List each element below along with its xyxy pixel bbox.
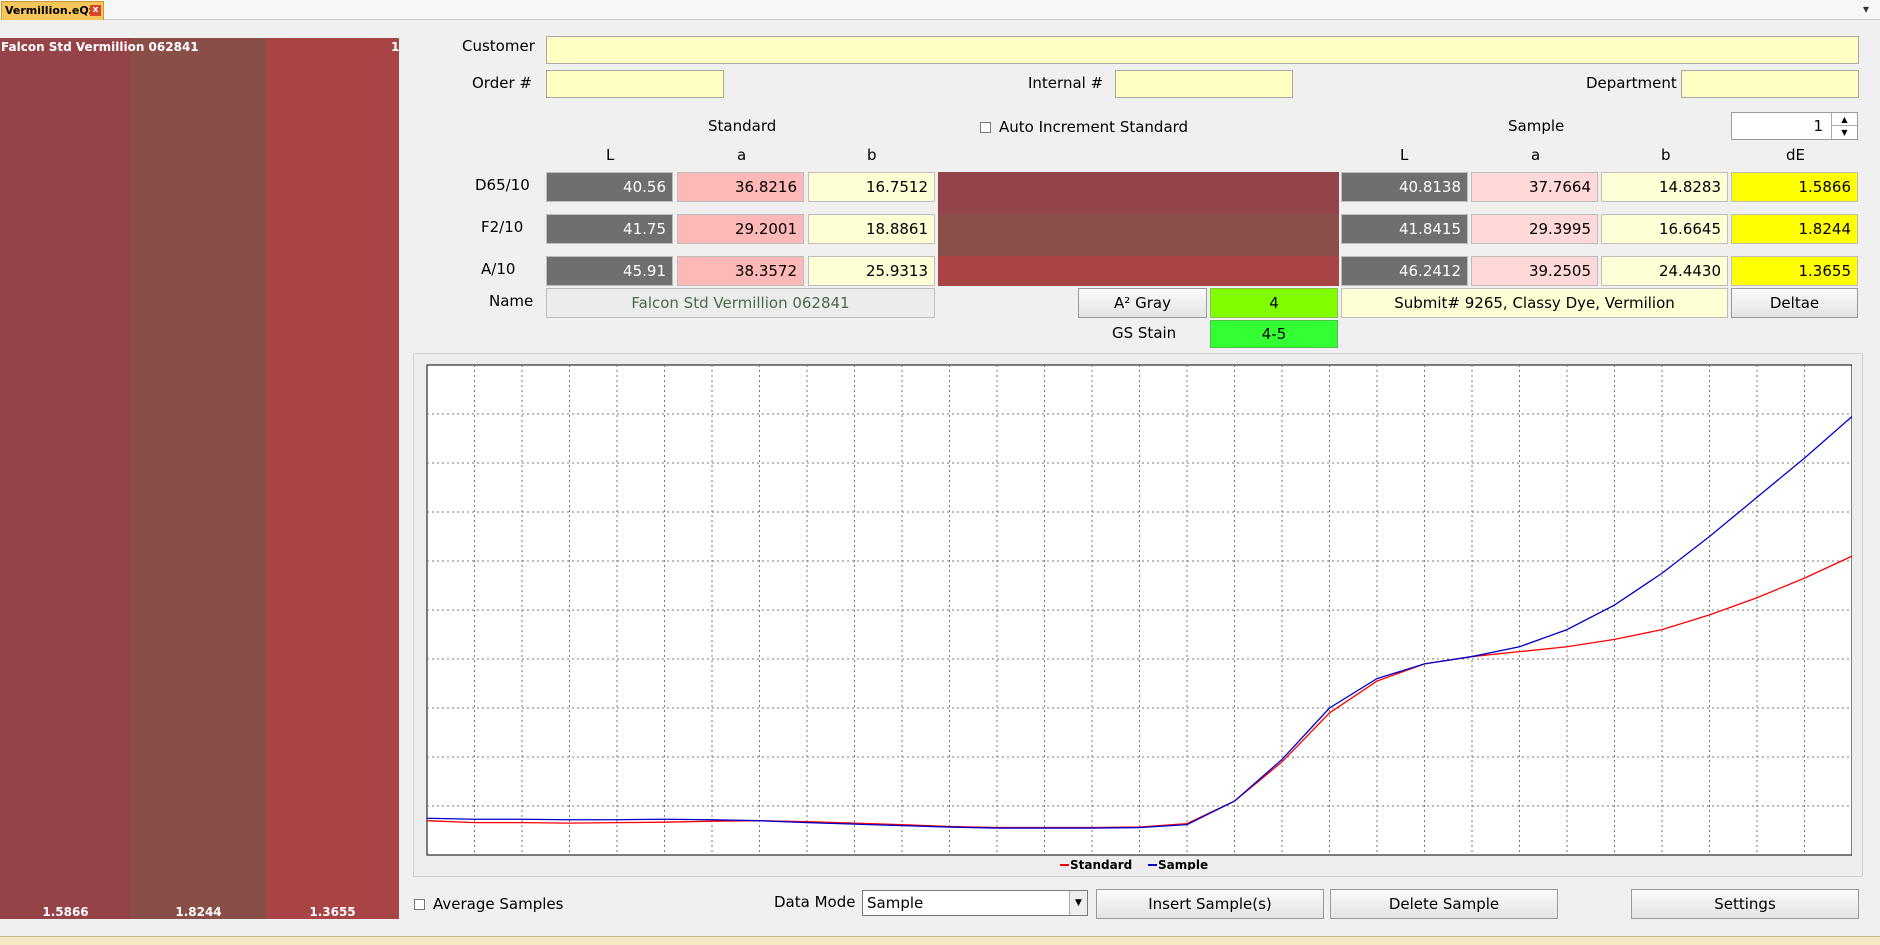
spinner-down-icon[interactable]: ▼ xyxy=(1831,126,1857,139)
order-input[interactable] xyxy=(546,70,724,98)
illuminant-f2-label: F2/10 xyxy=(481,218,524,236)
spectral-curve-chart: Standard Sample xyxy=(426,364,1852,870)
swatch-sample-3[interactable]: 1.3655 xyxy=(266,38,399,919)
standard-f2-b[interactable]: 18.8861 xyxy=(808,214,935,244)
average-samples-checkbox[interactable] xyxy=(414,899,425,910)
sample-name-field[interactable]: Submit# 9265, Classy Dye, Vermilion xyxy=(1341,288,1728,318)
sample-a-de[interactable]: 1.3655 xyxy=(1731,256,1858,286)
sample-index-spinner[interactable]: 1 ▲ ▼ xyxy=(1731,112,1858,140)
data-mode-value: Sample xyxy=(867,894,924,912)
sample-f2-de[interactable]: 1.8244 xyxy=(1731,214,1858,244)
sample-d65-de[interactable]: 1.5866 xyxy=(1731,172,1858,202)
standard-d65-a[interactable]: 36.8216 xyxy=(677,172,804,202)
name-label: Name xyxy=(489,292,534,310)
deltae-button[interactable]: Deltae xyxy=(1731,288,1858,318)
data-mode-select[interactable]: Sample ▼ xyxy=(862,890,1088,916)
order-label: Order # xyxy=(472,74,532,92)
department-input[interactable] xyxy=(1681,70,1859,98)
standard-f2-a[interactable]: 29.2001 xyxy=(677,214,804,244)
sample-a-a[interactable]: 39.2505 xyxy=(1471,256,1598,286)
chevron-down-icon[interactable]: ▼ xyxy=(1069,891,1087,915)
data-mode-label: Data Mode xyxy=(774,893,856,911)
sample-col-l: L xyxy=(1400,146,1409,164)
standard-heading: Standard xyxy=(708,117,777,135)
department-label: Department xyxy=(1586,74,1677,92)
standard-a-a[interactable]: 38.3572 xyxy=(677,256,804,286)
sample-a-b[interactable]: 24.4430 xyxy=(1601,256,1728,286)
swatch-panel: 1.5866 1.8244 1.3655 xyxy=(0,38,399,919)
compare-swatch-d65 xyxy=(938,172,1339,214)
chart-legend: Standard Sample xyxy=(1060,858,1208,870)
sample-d65-a[interactable]: 37.7664 xyxy=(1471,172,1598,202)
sample-d65-b[interactable]: 14.8283 xyxy=(1601,172,1728,202)
internal-label: Internal # xyxy=(1028,74,1104,92)
illuminant-a-label: A/10 xyxy=(481,260,516,278)
legend-label-standard: Standard xyxy=(1070,858,1132,870)
legend-label-sample: Sample xyxy=(1158,858,1208,870)
customer-input[interactable] xyxy=(546,36,1859,64)
auto-increment-label: Auto Increment Standard xyxy=(999,118,1189,136)
spinner-value: 1 xyxy=(1813,117,1823,135)
swatch-de-value: 1.8244 xyxy=(175,905,222,919)
settings-button[interactable]: Settings xyxy=(1631,889,1859,919)
average-samples-label: Average Samples xyxy=(433,895,564,913)
illuminant-d65-label: D65/10 xyxy=(475,176,530,194)
tab-bar: Vermillion.eQz x ▾ xyxy=(0,0,1880,20)
gs-stain-value: 4-5 xyxy=(1210,320,1338,348)
swatch-de-value: 1.5866 xyxy=(42,905,89,919)
standard-col-b: b xyxy=(867,146,877,164)
standard-name-field[interactable]: Falcon Std Vermillion 062841 xyxy=(546,288,935,318)
insert-samples-button[interactable]: Insert Sample(s) xyxy=(1096,889,1324,919)
chevron-down-icon[interactable]: ▾ xyxy=(1863,2,1869,16)
sample-f2-l[interactable]: 41.8415 xyxy=(1341,214,1468,244)
document-tab[interactable]: Vermillion.eQz x xyxy=(1,1,104,20)
compare-swatch-a xyxy=(938,256,1339,286)
a2-gray-value: 4 xyxy=(1210,288,1338,318)
sample-col-a: a xyxy=(1531,146,1541,164)
swatch-sample-1[interactable]: 1.5866 xyxy=(0,38,131,919)
sample-a-l[interactable]: 46.2412 xyxy=(1341,256,1468,286)
customer-label: Customer xyxy=(462,37,535,55)
spinner-up-icon[interactable]: ▲ xyxy=(1831,113,1857,126)
sample-d65-l[interactable]: 40.8138 xyxy=(1341,172,1468,202)
sample-col-b: b xyxy=(1661,146,1671,164)
standard-col-l: L xyxy=(606,146,615,164)
sample-col-de: dE xyxy=(1786,146,1805,164)
standard-d65-l[interactable]: 40.56 xyxy=(546,172,673,202)
sample-f2-b[interactable]: 16.6645 xyxy=(1601,214,1728,244)
swatch-sample-2[interactable]: 1.8244 xyxy=(131,38,266,919)
internal-input[interactable] xyxy=(1115,70,1293,98)
sample-f2-a[interactable]: 29.3995 xyxy=(1471,214,1598,244)
a2-gray-button[interactable]: A² Gray xyxy=(1078,288,1207,318)
compare-swatch-f2 xyxy=(938,214,1339,256)
standard-f2-l[interactable]: 41.75 xyxy=(546,214,673,244)
standard-d65-b[interactable]: 16.7512 xyxy=(808,172,935,202)
delete-sample-button[interactable]: Delete Sample xyxy=(1330,889,1558,919)
standard-a-l[interactable]: 45.91 xyxy=(546,256,673,286)
standard-col-a: a xyxy=(737,146,747,164)
tab-title: Vermillion.eQz xyxy=(5,4,96,17)
status-bar xyxy=(0,936,1880,945)
swatch-title: Falcon Std Vermillion 062841 xyxy=(1,40,199,54)
gs-stain-label: GS Stain xyxy=(1112,324,1177,342)
swatch-de-value: 1.3655 xyxy=(309,905,356,919)
close-icon[interactable]: x xyxy=(90,5,101,16)
auto-increment-checkbox[interactable] xyxy=(980,122,991,133)
swatch-index: 1 xyxy=(391,40,400,54)
sample-heading: Sample xyxy=(1508,117,1565,135)
standard-a-b[interactable]: 25.9313 xyxy=(808,256,935,286)
